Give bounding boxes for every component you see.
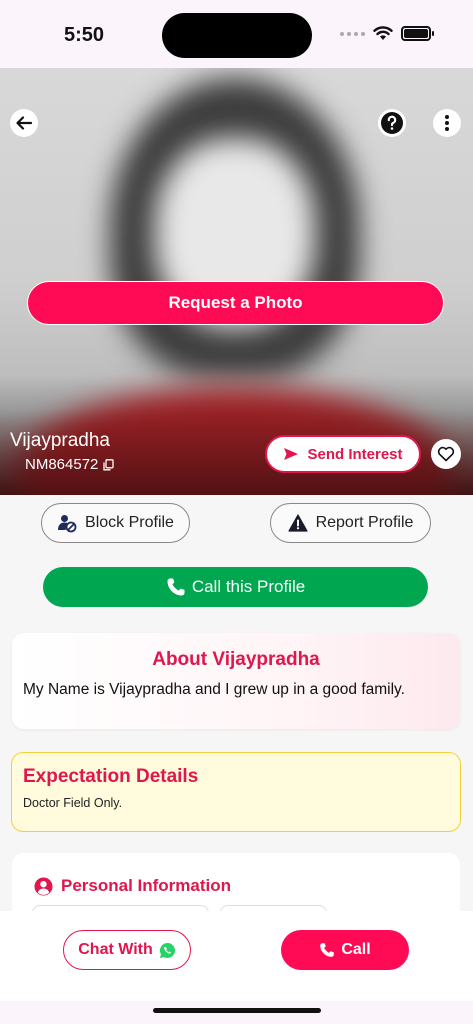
- phone-icon: [320, 943, 335, 957]
- about-text: My Name is Vijaypradha and I grew up in …: [23, 681, 405, 698]
- block-profile-label: Block Profile: [85, 514, 174, 531]
- about-card: About Vijaypradha My Name is Vijaypradha…: [12, 633, 460, 729]
- status-time: 5:50: [64, 24, 105, 46]
- dynamic-island: [162, 13, 312, 58]
- call-button[interactable]: Call: [281, 930, 409, 970]
- request-photo-button[interactable]: Request a Photo: [27, 281, 444, 325]
- wifi-icon: [373, 26, 393, 40]
- profile-id-row: NM864572: [25, 456, 115, 473]
- help-button[interactable]: [378, 109, 406, 137]
- warning-icon: [287, 514, 308, 532]
- report-profile-label: Report Profile: [315, 514, 414, 531]
- expectation-title: Expectation Details: [23, 766, 199, 787]
- signal-icon: [340, 31, 365, 36]
- back-button[interactable]: [10, 109, 38, 137]
- chat-with-label: Chat With: [78, 941, 153, 958]
- back-arrow-icon: [16, 116, 33, 130]
- profile-id: NM864572: [25, 456, 99, 473]
- call-this-profile-label: Call this Profile: [191, 577, 306, 596]
- personal-information-title: Personal Information: [61, 876, 232, 895]
- personal-information-header: Personal Information: [34, 876, 231, 896]
- more-vertical-icon: [445, 115, 449, 131]
- more-options-button[interactable]: [433, 109, 461, 137]
- bottom-action-bar: Chat With Call: [0, 911, 473, 1001]
- phone-icon: [167, 578, 185, 596]
- battery-icon: [401, 26, 434, 41]
- copy-icon[interactable]: [103, 458, 115, 471]
- chat-with-button[interactable]: Chat With: [63, 930, 191, 970]
- user-circle-icon: [34, 877, 53, 895]
- expectation-card: Expectation Details Doctor Field Only.: [11, 752, 461, 832]
- heart-icon: [437, 446, 455, 462]
- send-icon: [284, 448, 299, 460]
- about-title: About Vijaypradha: [152, 649, 320, 670]
- shortlist-button[interactable]: [431, 439, 461, 469]
- block-user-icon: [58, 515, 77, 533]
- call-label: Call: [341, 941, 371, 958]
- call-this-profile-button[interactable]: Call this Profile: [43, 567, 428, 607]
- send-interest-label: Send Interest: [307, 445, 403, 463]
- status-bar: 5:50: [0, 0, 473, 68]
- status-icons: [340, 26, 434, 41]
- block-profile-button[interactable]: Block Profile: [41, 503, 190, 543]
- whatsapp-icon: [159, 942, 175, 958]
- home-indicator-area: [0, 1001, 473, 1024]
- report-profile-button[interactable]: Report Profile: [270, 503, 431, 543]
- profile-name: Vijaypradha: [10, 430, 111, 451]
- help-icon: [381, 112, 403, 134]
- expectation-text: Doctor Field Only.: [23, 796, 123, 810]
- home-indicator[interactable]: [153, 1008, 321, 1013]
- send-interest-button[interactable]: Send Interest: [265, 435, 421, 473]
